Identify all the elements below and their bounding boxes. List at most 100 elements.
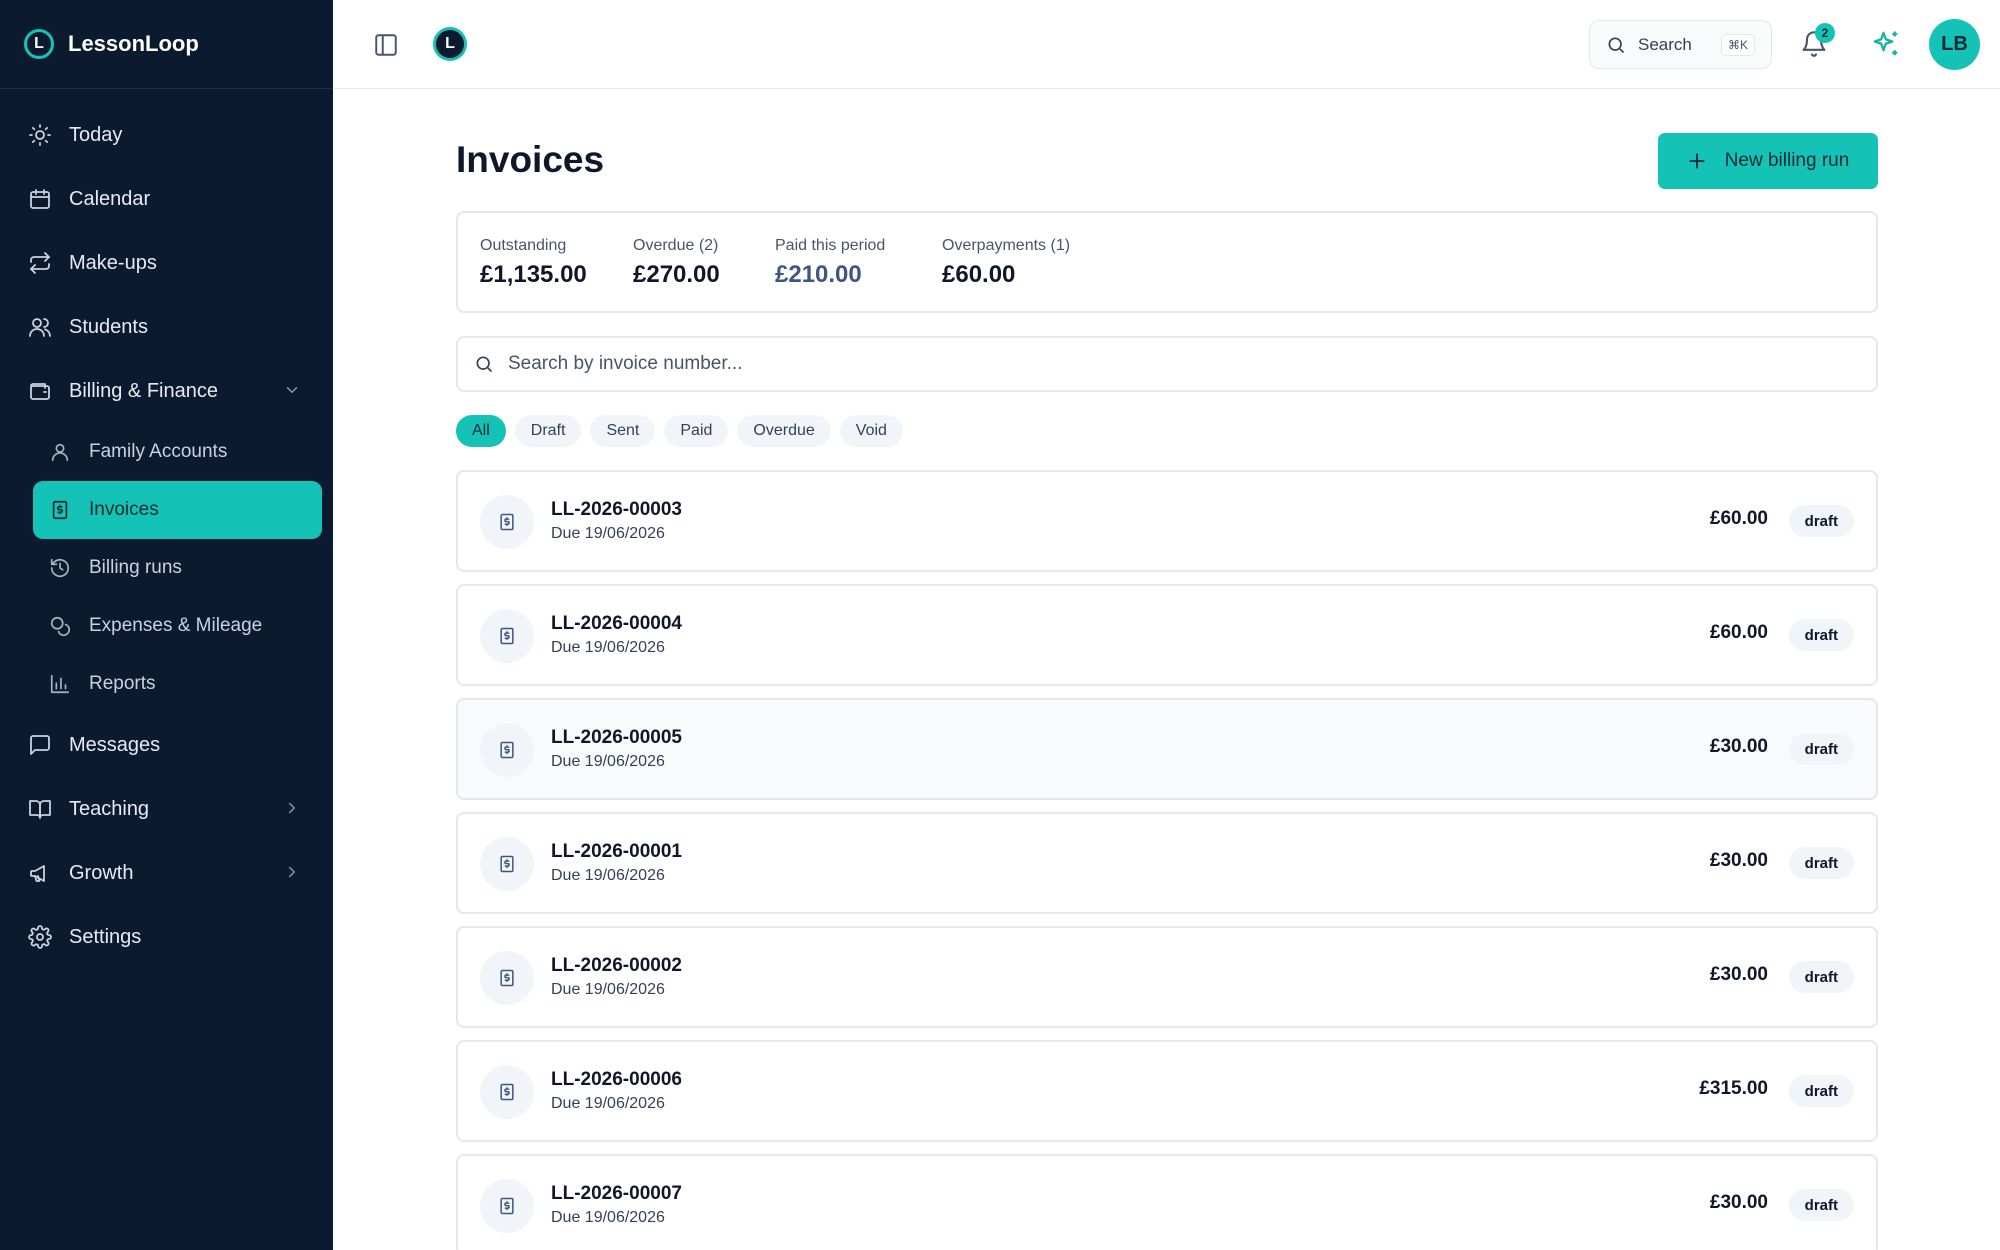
users-icon [28,315,52,339]
user-icon [49,441,71,463]
sparkle-icon[interactable] [1871,29,1901,59]
sidebar-item-invoices[interactable]: Invoices [33,481,322,539]
filter-sent[interactable]: Sent [590,415,656,447]
invoice-amount: £315.00 [1699,1078,1768,1099]
sidebar-item-growth[interactable]: Growth [0,841,333,905]
invoice-search-input[interactable] [508,353,1808,375]
stat-label: Outstanding [480,237,567,254]
stat-value: £1,135.00 [480,261,587,288]
bar-chart-icon [49,673,71,695]
invoice-number: LL-2026-00004 [551,613,682,634]
invoice-row[interactable]: LL-2026-00002 Due 19/06/2026 £30.00 draf… [456,926,1878,1028]
brand[interactable]: L LessonLoop [0,0,333,89]
invoice-amount: £60.00 [1709,508,1768,529]
status-badge: draft [1788,1189,1854,1221]
sidebar-toggle-icon[interactable] [373,32,399,58]
sidebar-item-calendar[interactable]: Calendar [0,167,333,231]
sidebar-item-label: Today [69,123,123,146]
invoice-row[interactable]: LL-2026-00003 Due 19/06/2026 £60.00 draf… [456,470,1878,572]
invoice-row[interactable]: LL-2026-00001 Due 19/06/2026 £30.00 draf… [456,812,1878,914]
stat-label: Overdue (2) [633,237,719,254]
stat-label: Paid this period [775,237,886,254]
invoice-row[interactable]: LL-2026-00005 Due 19/06/2026 £30.00 draf… [456,698,1878,800]
stat-value: £270.00 [633,261,720,288]
sidebar-item-settings[interactable]: Settings [0,905,333,969]
invoice-icon [480,837,534,891]
megaphone-icon [28,861,52,885]
invoice-icon [480,1065,534,1119]
filter-paid[interactable]: Paid [664,415,729,447]
sidebar-item-billing-runs[interactable]: Billing runs [33,539,322,597]
message-icon [28,733,52,757]
filter-draft[interactable]: Draft [514,415,582,447]
invoice-icon [480,609,534,663]
stat-value: £210.00 [775,261,862,288]
status-badge: draft [1788,505,1854,537]
sidebar-item-label: Make-ups [69,251,157,274]
invoice-row[interactable]: LL-2026-00004 Due 19/06/2026 £60.00 draf… [456,584,1878,686]
chevron-right-icon[interactable] [283,863,301,881]
org-logo-icon[interactable]: L [433,27,467,61]
sidebar-item-family-accounts[interactable]: Family Accounts [33,423,322,481]
brand-name: LessonLoop [68,31,199,56]
status-badge: draft [1788,961,1854,993]
stat-overpayments: Overpayments (1) £60.00 [942,237,1070,289]
sidebar: L LessonLoop Today Calendar Make-ups Stu… [0,0,333,1250]
sidebar-item-label: Students [69,315,148,338]
sidebar-item-label: Calendar [69,187,151,210]
invoice-number: LL-2026-00005 [551,727,682,748]
history-icon [49,557,71,579]
sidebar-item-students[interactable]: Students [0,295,333,359]
avatar[interactable]: LB [1929,19,1980,70]
invoice-row[interactable]: LL-2026-00007 Due 19/06/2026 £30.00 draf… [456,1154,1878,1250]
invoice-amount: £60.00 [1709,622,1768,643]
invoice-list: LL-2026-00003 Due 19/06/2026 £60.00 draf… [456,470,1878,1250]
invoice-due-date: Due 19/06/2026 [551,981,665,998]
stat-value: £60.00 [942,261,1016,288]
invoice-row[interactable]: LL-2026-00006 Due 19/06/2026 £315.00 dra… [456,1040,1878,1142]
new-billing-run-button[interactable]: New billing run [1658,133,1878,189]
status-badge: draft [1788,733,1854,765]
invoice-icon [480,1179,534,1233]
search-label: Search [1638,34,1692,54]
sidebar-item-make-ups[interactable]: Make-ups [0,231,333,295]
filter-void[interactable]: Void [839,415,903,447]
sidebar-item-label: Growth [69,861,134,884]
plus-icon [1689,153,1705,169]
sidebar-item-label: Settings [69,925,142,948]
chevron-down-icon[interactable] [283,381,301,399]
invoice-due-date: Due 19/06/2026 [551,753,665,770]
invoice-due-date: Due 19/06/2026 [551,1095,665,1112]
filter-all[interactable]: All [456,415,506,447]
invoice-icon [480,951,534,1005]
sidebar-nav: Today Calendar Make-ups Students Billing… [0,89,333,969]
invoice-icon [480,495,534,549]
sidebar-item-teaching[interactable]: Teaching [0,777,333,841]
chevron-right-icon[interactable] [283,799,301,817]
wallet-icon [28,379,52,403]
stat-overdue: Overdue (2) £270.00 [633,237,720,289]
sidebar-item-reports[interactable]: Reports [33,655,322,713]
stat-outstanding: Outstanding £1,135.00 [480,237,587,289]
sidebar-item-expenses-mileage[interactable]: Expenses & Mileage [33,597,322,655]
filter-overdue[interactable]: Overdue [737,415,831,447]
page-title: Invoices [456,139,605,180]
invoice-amount: £30.00 [1709,736,1768,757]
invoice-icon [49,499,71,521]
search-icon [1608,37,1625,53]
invoice-amount: £30.00 [1709,964,1768,985]
search-button[interactable]: Search ⌘K [1589,20,1772,69]
search-icon [476,356,493,373]
sidebar-item-label: Messages [69,733,161,756]
invoice-number: LL-2026-00003 [551,499,682,520]
notification-badge: 2 [1815,23,1835,43]
new-billing-run-label: New billing run [1724,150,1850,171]
invoice-due-date: Due 19/06/2026 [551,639,665,656]
status-badge: draft [1788,619,1854,651]
repeat-icon [28,251,52,275]
sidebar-item-today[interactable]: Today [0,103,333,167]
sidebar-item-label: Family Accounts [89,441,228,462]
invoice-number: LL-2026-00002 [551,955,682,976]
sidebar-item-messages[interactable]: Messages [0,713,333,777]
sidebar-item-billing-finance[interactable]: Billing & Finance [0,359,333,423]
